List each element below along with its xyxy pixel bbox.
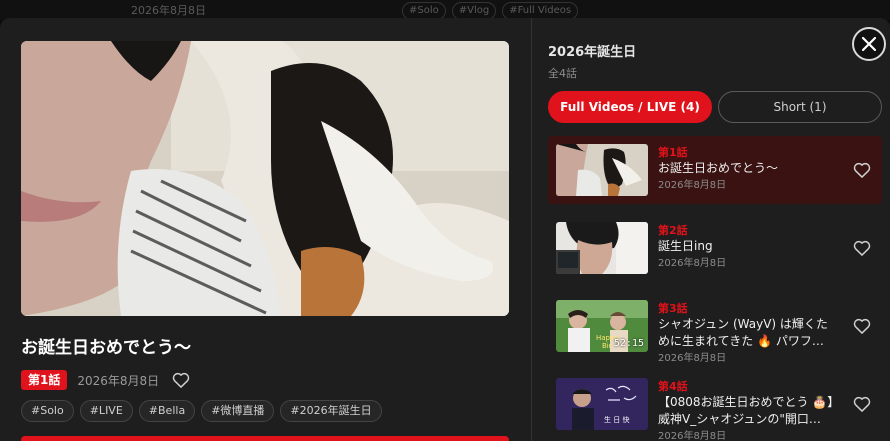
list-item[interactable]: Happy Bir 52:15 第3話 シャオジュン (WayV) は輝くために… bbox=[548, 292, 882, 364]
list-item-info: 第2話 誕生日ing 2026年8月8日 bbox=[658, 224, 838, 271]
playlist-panel: 2026年誕生日 全4話 Full Videos / LIVE (4) Shor… bbox=[532, 18, 890, 441]
heart-outline-icon[interactable] bbox=[171, 370, 191, 390]
close-button[interactable] bbox=[852, 27, 886, 61]
tag-chip[interactable]: #Solo bbox=[21, 400, 74, 422]
list-item-date: 2026年8月8日 bbox=[658, 258, 727, 269]
tab-short[interactable]: Short (1) bbox=[718, 91, 882, 123]
list-item-date: 2026年8月8日 bbox=[658, 180, 727, 191]
list-item-info: 第3話 シャオジュン (WayV) は輝くために生まれてきた 🔥 パワフ… 20… bbox=[658, 302, 838, 366]
svg-text:生 日 快: 生 日 快 bbox=[604, 415, 629, 424]
video-player[interactable] bbox=[21, 41, 509, 316]
tab-full-videos[interactable]: Full Videos / LIVE (4) bbox=[548, 91, 712, 123]
playlist-title: 2026年誕生日 bbox=[548, 45, 637, 60]
video-title: お誕生日おめでとう～ bbox=[21, 338, 191, 358]
video-meta: 第1話 2026年8月8日 bbox=[21, 369, 191, 391]
heart-outline-icon[interactable] bbox=[852, 316, 872, 336]
list-item-episode: 第2話 bbox=[658, 224, 688, 237]
tag-chip[interactable]: #Bella bbox=[138, 400, 196, 422]
episode-thumbnail: 生 日 快 bbox=[556, 378, 648, 430]
video-duration: 52:15 bbox=[613, 338, 644, 349]
list-item[interactable]: 第1話 お誕生日おめでとう～ 2026年8月8日 bbox=[548, 136, 882, 204]
video-modal: お誕生日おめでとう～ 第1話 2026年8月8日 #Solo #LIVE #Be… bbox=[0, 18, 890, 441]
list-item-info: 第4話 【0808お誕生日おめでとう 🎂】威神V_シャオジュンの"開口… 202… bbox=[658, 380, 838, 441]
tag-chip[interactable]: #LIVE bbox=[79, 400, 133, 422]
svg-text:Bir: Bir bbox=[602, 342, 612, 350]
list-item-episode: 第3話 bbox=[658, 302, 688, 315]
list-item-episode: 第1話 bbox=[658, 146, 688, 159]
playlist-count: 全4話 bbox=[548, 67, 577, 80]
background-date: 2026年8月8日 bbox=[131, 4, 206, 17]
list-item-date: 2026年8月8日 bbox=[658, 353, 727, 364]
episode-list: 第1話 お誕生日おめでとう～ 2026年8月8日 第2話 誕生日ing 2026… bbox=[548, 136, 882, 441]
list-item[interactable]: 第2話 誕生日ing 2026年8月8日 bbox=[548, 214, 882, 282]
list-item-episode: 第4話 bbox=[658, 380, 688, 393]
red-action-bar[interactable] bbox=[21, 436, 509, 441]
episode-badge: 第1話 bbox=[21, 370, 68, 390]
background-page: 2026年8月8日 #Solo #Vlog #Full Videos bbox=[0, 0, 890, 20]
video-date: 2026年8月8日 bbox=[77, 373, 160, 388]
list-item-title: お誕生日おめでとう～ bbox=[658, 161, 779, 175]
heart-outline-icon[interactable] bbox=[852, 160, 872, 180]
list-item[interactable]: 生 日 快 第4話 【0808お誕生日おめでとう 🎂】威神V_シャオジュンの"開… bbox=[548, 370, 882, 441]
video-tags: #Solo #LIVE #Bella #微博直播 #2026年誕生日 bbox=[21, 400, 382, 422]
episode-thumbnail: Happy Bir 52:15 bbox=[556, 300, 648, 352]
heart-outline-icon[interactable] bbox=[852, 394, 872, 414]
list-item-title: 誕生日ing bbox=[658, 239, 713, 253]
tag-chip[interactable]: #微博直播 bbox=[201, 400, 275, 422]
list-item-title: シャオジュン (WayV) は輝くために生まれてきた 🔥 パワフ… bbox=[658, 317, 828, 348]
tag-chip[interactable]: #2026年誕生日 bbox=[280, 400, 382, 422]
heart-outline-icon[interactable] bbox=[852, 238, 872, 258]
list-item-date: 2026年8月8日 bbox=[658, 431, 727, 441]
playlist-tabs: Full Videos / LIVE (4) Short (1) bbox=[548, 91, 882, 123]
episode-thumbnail bbox=[556, 144, 648, 196]
player-panel: お誕生日おめでとう～ 第1話 2026年8月8日 #Solo #LIVE #Be… bbox=[0, 18, 531, 441]
list-item-info: 第1話 お誕生日おめでとう～ 2026年8月8日 bbox=[658, 146, 838, 193]
video-frame bbox=[21, 41, 509, 316]
episode-thumbnail bbox=[556, 222, 648, 274]
close-icon bbox=[861, 36, 877, 52]
list-item-title: 【0808お誕生日おめでとう 🎂】威神V_シャオジュンの"開口… bbox=[658, 395, 834, 426]
